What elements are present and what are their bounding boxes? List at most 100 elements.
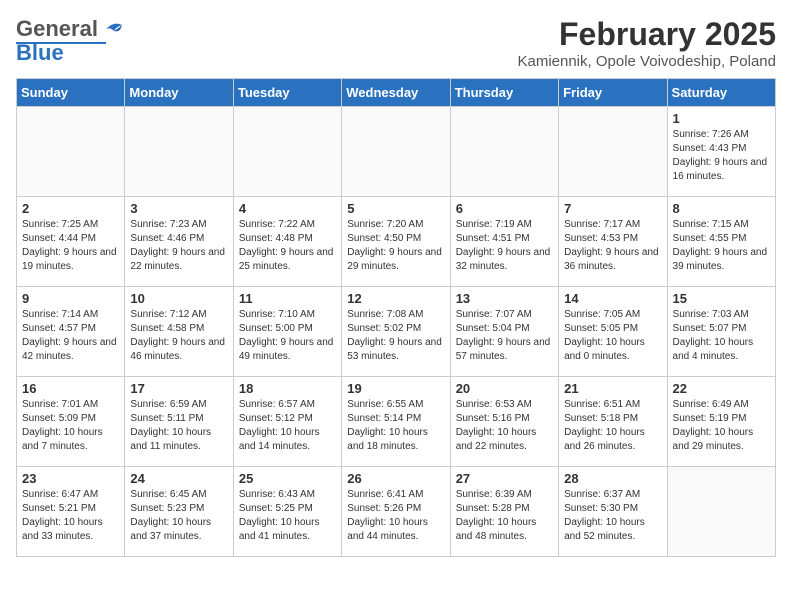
day-info: Sunrise: 6:49 AM Sunset: 5:19 PM Dayligh… — [673, 399, 754, 452]
week-row-3: 9 Sunrise: 7:14 AM Sunset: 4:57 PM Daylig… — [17, 287, 776, 377]
weekday-header-wednesday: Wednesday — [342, 79, 450, 107]
page-header: General Blue February 2025 Kamiennik, Op… — [16, 16, 776, 70]
day-number: 16 — [22, 381, 119, 396]
day-number: 7 — [564, 201, 661, 216]
day-number: 5 — [347, 201, 444, 216]
day-number: 23 — [22, 471, 119, 486]
day-info: Sunrise: 7:08 AM Sunset: 5:02 PM Dayligh… — [347, 309, 442, 362]
day-info: Sunrise: 6:51 AM Sunset: 5:18 PM Dayligh… — [564, 399, 645, 452]
weekday-header-monday: Monday — [125, 79, 233, 107]
day-number: 3 — [130, 201, 227, 216]
day-info: Sunrise: 6:37 AM Sunset: 5:30 PM Dayligh… — [564, 489, 645, 542]
calendar-cell: 16 Sunrise: 7:01 AM Sunset: 5:09 PM Dayli… — [17, 377, 125, 467]
calendar-cell: 20 Sunrise: 6:53 AM Sunset: 5:16 PM Dayli… — [450, 377, 558, 467]
calendar-cell — [17, 107, 125, 197]
calendar-cell: 5 Sunrise: 7:20 AM Sunset: 4:50 PM Daylig… — [342, 197, 450, 287]
logo-bird-icon — [100, 19, 128, 39]
day-number: 26 — [347, 471, 444, 486]
day-number: 8 — [673, 201, 770, 216]
calendar-cell — [559, 107, 667, 197]
calendar-cell: 25 Sunrise: 6:43 AM Sunset: 5:25 PM Dayli… — [233, 467, 341, 557]
logo: General Blue — [16, 16, 128, 66]
day-number: 12 — [347, 291, 444, 306]
week-row-2: 2 Sunrise: 7:25 AM Sunset: 4:44 PM Daylig… — [17, 197, 776, 287]
week-row-5: 23 Sunrise: 6:47 AM Sunset: 5:21 PM Dayli… — [17, 467, 776, 557]
day-info: Sunrise: 6:41 AM Sunset: 5:26 PM Dayligh… — [347, 489, 428, 542]
page-title: February 2025 — [517, 16, 776, 53]
day-number: 6 — [456, 201, 553, 216]
day-info: Sunrise: 7:14 AM Sunset: 4:57 PM Dayligh… — [22, 309, 117, 362]
day-info: Sunrise: 7:07 AM Sunset: 5:04 PM Dayligh… — [456, 309, 551, 362]
day-info: Sunrise: 7:05 AM Sunset: 5:05 PM Dayligh… — [564, 309, 645, 362]
calendar-cell: 11 Sunrise: 7:10 AM Sunset: 5:00 PM Dayli… — [233, 287, 341, 377]
calendar-cell: 17 Sunrise: 6:59 AM Sunset: 5:11 PM Dayli… — [125, 377, 233, 467]
day-info: Sunrise: 7:22 AM Sunset: 4:48 PM Dayligh… — [239, 219, 334, 272]
title-block: February 2025 Kamiennik, Opole Voivodesh… — [517, 16, 776, 70]
day-number: 14 — [564, 291, 661, 306]
calendar-cell: 3 Sunrise: 7:23 AM Sunset: 4:46 PM Daylig… — [125, 197, 233, 287]
calendar-cell: 24 Sunrise: 6:45 AM Sunset: 5:23 PM Dayli… — [125, 467, 233, 557]
day-info: Sunrise: 6:59 AM Sunset: 5:11 PM Dayligh… — [130, 399, 211, 452]
day-info: Sunrise: 7:01 AM Sunset: 5:09 PM Dayligh… — [22, 399, 103, 452]
weekday-header-sunday: Sunday — [17, 79, 125, 107]
day-info: Sunrise: 7:12 AM Sunset: 4:58 PM Dayligh… — [130, 309, 225, 362]
calendar-cell — [342, 107, 450, 197]
day-info: Sunrise: 7:20 AM Sunset: 4:50 PM Dayligh… — [347, 219, 442, 272]
calendar-cell: 4 Sunrise: 7:22 AM Sunset: 4:48 PM Daylig… — [233, 197, 341, 287]
day-number: 27 — [456, 471, 553, 486]
calendar-cell — [233, 107, 341, 197]
calendar-cell: 22Sunrise: 6:49 AM Sunset: 5:19 PM Dayli… — [667, 377, 775, 467]
day-info: Sunrise: 7:25 AM Sunset: 4:44 PM Dayligh… — [22, 219, 117, 272]
day-number: 13 — [456, 291, 553, 306]
day-info: Sunrise: 6:45 AM Sunset: 5:23 PM Dayligh… — [130, 489, 211, 542]
logo-text: General — [16, 16, 98, 42]
day-number: 18 — [239, 381, 336, 396]
weekday-header-tuesday: Tuesday — [233, 79, 341, 107]
day-info: Sunrise: 7:03 AM Sunset: 5:07 PM Dayligh… — [673, 309, 754, 362]
day-info: Sunrise: 7:26 AM Sunset: 4:43 PM Dayligh… — [673, 129, 768, 182]
weekday-header-friday: Friday — [559, 79, 667, 107]
day-number: 1 — [673, 111, 770, 126]
day-number: 19 — [347, 381, 444, 396]
calendar-cell: 1 Sunrise: 7:26 AM Sunset: 4:43 PM Daylig… — [667, 107, 775, 197]
calendar-cell: 19 Sunrise: 6:55 AM Sunset: 5:14 PM Dayli… — [342, 377, 450, 467]
calendar-cell: 28 Sunrise: 6:37 AM Sunset: 5:30 PM Dayli… — [559, 467, 667, 557]
day-number: 11 — [239, 291, 336, 306]
day-info: Sunrise: 7:15 AM Sunset: 4:55 PM Dayligh… — [673, 219, 768, 272]
day-info: Sunrise: 6:53 AM Sunset: 5:16 PM Dayligh… — [456, 399, 537, 452]
calendar-cell: 27 Sunrise: 6:39 AM Sunset: 5:28 PM Dayli… — [450, 467, 558, 557]
calendar-cell: 13 Sunrise: 7:07 AM Sunset: 5:04 PM Dayli… — [450, 287, 558, 377]
day-info: Sunrise: 7:17 AM Sunset: 4:53 PM Dayligh… — [564, 219, 659, 272]
day-number: 21 — [564, 381, 661, 396]
day-number: 4 — [239, 201, 336, 216]
logo-blue-label: Blue — [16, 40, 64, 66]
day-number: 2 — [22, 201, 119, 216]
day-number: 28 — [564, 471, 661, 486]
calendar-cell: 6 Sunrise: 7:19 AM Sunset: 4:51 PM Daylig… — [450, 197, 558, 287]
day-info: Sunrise: 7:23 AM Sunset: 4:46 PM Dayligh… — [130, 219, 225, 272]
weekday-header-row: SundayMondayTuesdayWednesdayThursdayFrid… — [17, 79, 776, 107]
calendar-cell: 18Sunrise: 6:57 AM Sunset: 5:12 PM Dayli… — [233, 377, 341, 467]
calendar-cell: 23 Sunrise: 6:47 AM Sunset: 5:21 PM Dayli… — [17, 467, 125, 557]
day-number: 20 — [456, 381, 553, 396]
page-subtitle: Kamiennik, Opole Voivodeship, Poland — [517, 53, 776, 70]
calendar-cell: 14 Sunrise: 7:05 AM Sunset: 5:05 PM Dayli… — [559, 287, 667, 377]
day-info: Sunrise: 6:43 AM Sunset: 5:25 PM Dayligh… — [239, 489, 320, 542]
day-info: Sunrise: 6:55 AM Sunset: 5:14 PM Dayligh… — [347, 399, 428, 452]
day-info: Sunrise: 6:47 AM Sunset: 5:21 PM Dayligh… — [22, 489, 103, 542]
calendar-cell: 10Sunrise: 7:12 AM Sunset: 4:58 PM Dayli… — [125, 287, 233, 377]
calendar-cell: 12 Sunrise: 7:08 AM Sunset: 5:02 PM Dayli… — [342, 287, 450, 377]
day-info: Sunrise: 7:19 AM Sunset: 4:51 PM Dayligh… — [456, 219, 551, 272]
day-info: Sunrise: 7:10 AM Sunset: 5:00 PM Dayligh… — [239, 309, 334, 362]
day-number: 24 — [130, 471, 227, 486]
day-info: Sunrise: 6:39 AM Sunset: 5:28 PM Dayligh… — [456, 489, 537, 542]
weekday-header-thursday: Thursday — [450, 79, 558, 107]
day-number: 25 — [239, 471, 336, 486]
calendar-cell — [450, 107, 558, 197]
day-number: 9 — [22, 291, 119, 306]
week-row-4: 16 Sunrise: 7:01 AM Sunset: 5:09 PM Dayli… — [17, 377, 776, 467]
day-number: 17 — [130, 381, 227, 396]
calendar-cell: 21 Sunrise: 6:51 AM Sunset: 5:18 PM Dayli… — [559, 377, 667, 467]
calendar-table: SundayMondayTuesdayWednesdayThursdayFrid… — [16, 78, 776, 557]
calendar-cell — [667, 467, 775, 557]
